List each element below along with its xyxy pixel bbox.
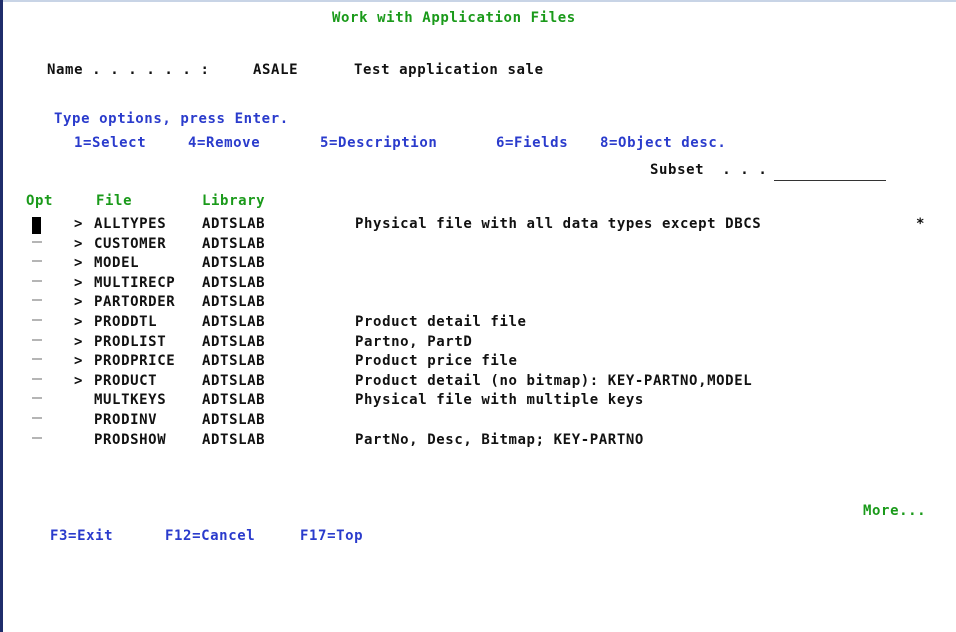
row-library: ADTSLAB bbox=[202, 353, 266, 369]
name-label: Name . . . . . . : bbox=[47, 62, 210, 78]
row-file-name: PRODDTL bbox=[94, 314, 158, 330]
column-header-file: File bbox=[96, 193, 133, 209]
row-description: Product price file bbox=[355, 353, 518, 369]
fkey-cancel[interactable]: F12=Cancel bbox=[165, 527, 255, 545]
row-description: Partno, PartD bbox=[355, 334, 473, 350]
row-file-name: PRODUCT bbox=[94, 373, 158, 389]
row-library: ADTSLAB bbox=[202, 255, 266, 271]
subset-input[interactable] bbox=[774, 180, 886, 181]
fkey-top[interactable]: F17=Top bbox=[300, 527, 363, 545]
row-flag: * bbox=[916, 216, 926, 232]
row-library: ADTSLAB bbox=[202, 373, 266, 389]
row-expand-marker[interactable]: > bbox=[74, 372, 83, 390]
row-library: ADTSLAB bbox=[202, 334, 266, 350]
row-file-name: PRODINV bbox=[94, 412, 158, 428]
row-expand-marker[interactable]: > bbox=[74, 313, 83, 331]
option-object-desc: 8=Object desc. bbox=[600, 135, 727, 151]
row-option-input[interactable] bbox=[32, 287, 42, 301]
row-expand-marker[interactable]: > bbox=[74, 333, 83, 351]
window-top-border bbox=[0, 0, 956, 2]
row-option-input[interactable] bbox=[32, 307, 42, 321]
column-header-opt: Opt bbox=[26, 193, 54, 209]
row-description: Physical file with multiple keys bbox=[355, 392, 644, 408]
row-description: Physical file with all data types except… bbox=[355, 216, 762, 232]
row-option-input[interactable] bbox=[32, 405, 42, 419]
option-description: 5=Description bbox=[320, 135, 438, 151]
row-library: ADTSLAB bbox=[202, 275, 266, 291]
row-file-name: MODEL bbox=[94, 255, 140, 271]
row-library: ADTSLAB bbox=[202, 236, 266, 252]
option-select: 1=Select bbox=[74, 135, 147, 151]
name-value: ASALE bbox=[253, 62, 299, 78]
row-option-input[interactable] bbox=[32, 425, 42, 439]
row-file-name: PRODLIST bbox=[94, 334, 167, 350]
row-description: Product detail (no bitmap): KEY-PARTNO,M… bbox=[355, 373, 753, 389]
row-expand-marker[interactable]: > bbox=[74, 274, 83, 292]
row-option-input[interactable] bbox=[32, 248, 42, 262]
row-expand-marker[interactable]: > bbox=[74, 293, 83, 311]
more-indicator: More... bbox=[863, 503, 927, 519]
column-header-library: Library bbox=[202, 193, 266, 209]
row-library: ADTSLAB bbox=[202, 294, 266, 310]
instructions-line: Type options, press Enter. bbox=[54, 111, 289, 127]
row-option-input[interactable] bbox=[32, 327, 42, 341]
option-remove: 4=Remove bbox=[188, 135, 261, 151]
row-option-input[interactable] bbox=[32, 385, 42, 399]
row-file-name: MULTIRECP bbox=[94, 275, 176, 291]
row-library: ADTSLAB bbox=[202, 432, 266, 448]
row-option-input[interactable] bbox=[32, 346, 42, 360]
fkey-exit[interactable]: F3=Exit bbox=[50, 527, 113, 545]
row-file-name: ALLTYPES bbox=[94, 216, 167, 232]
row-description: Product detail file bbox=[355, 314, 527, 330]
row-option-input[interactable] bbox=[32, 366, 42, 380]
row-library: ADTSLAB bbox=[202, 216, 266, 232]
screen-title: Work with Application Files bbox=[332, 10, 576, 26]
row-expand-marker[interactable]: > bbox=[74, 235, 83, 253]
row-file-name: PARTORDER bbox=[94, 294, 176, 310]
row-library: ADTSLAB bbox=[202, 412, 266, 428]
row-file-name: CUSTOMER bbox=[94, 236, 167, 252]
row-library: ADTSLAB bbox=[202, 314, 266, 330]
row-expand-marker[interactable]: > bbox=[74, 215, 83, 233]
row-library: ADTSLAB bbox=[202, 392, 266, 408]
row-expand-marker[interactable]: > bbox=[74, 352, 83, 370]
row-description: PartNo, Desc, Bitmap; KEY-PARTNO bbox=[355, 432, 644, 448]
option-fields: 6=Fields bbox=[496, 135, 569, 151]
window-left-border bbox=[0, 0, 3, 632]
row-file-name: PRODSHOW bbox=[94, 432, 167, 448]
row-option-input[interactable] bbox=[32, 268, 42, 282]
row-expand-marker[interactable]: > bbox=[74, 254, 83, 272]
name-description: Test application sale bbox=[354, 62, 544, 78]
row-file-name: PRODPRICE bbox=[94, 353, 176, 369]
row-option-input[interactable] bbox=[32, 229, 42, 243]
row-file-name: MULTKEYS bbox=[94, 392, 167, 408]
subset-label: Subset . . . bbox=[650, 162, 768, 178]
